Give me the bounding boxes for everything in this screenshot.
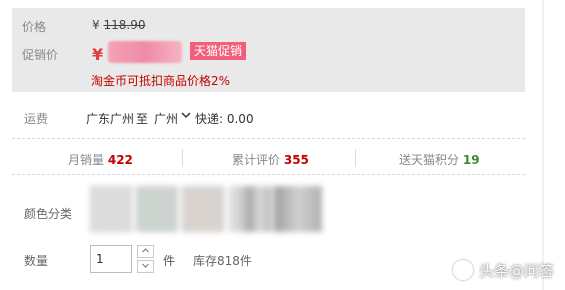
price-label: 价格 (22, 20, 47, 34)
watermark: 头条@问答 (453, 258, 565, 284)
promo-price-redacted (108, 41, 182, 63)
watermark-text: 头条@问答 (479, 262, 555, 280)
logo-icon (453, 260, 473, 280)
promo-tag: 天猫促销 (190, 42, 247, 60)
quantity-input[interactable] (90, 245, 132, 273)
monthly-sales-label: 月销量 (68, 153, 105, 167)
quantity-unit: 件 (163, 254, 176, 268)
shipping-destination[interactable]: 广州 (154, 110, 178, 127)
original-price-yen: ¥ (92, 18, 100, 32)
promo-price-label: 促销价 (22, 48, 59, 62)
quantity-increase-button[interactable] (137, 245, 154, 258)
monthly-sales: 月销量 422 (68, 151, 133, 168)
shipping-origin: 广东广州 (86, 112, 135, 126)
promo-price-yen: ¥ (92, 45, 104, 64)
right-rail (542, 0, 544, 290)
color-swatch[interactable] (228, 186, 272, 232)
original-price-value: 118.90 (103, 18, 146, 32)
stat-separator (182, 149, 183, 167)
chevron-up-icon (142, 248, 149, 253)
divider (12, 174, 525, 175)
shipping-fee: 快递: 0.00 (195, 112, 254, 126)
original-price: ¥ 118.90 (92, 18, 145, 32)
quantity-decrease-button[interactable] (137, 260, 154, 273)
stock-count: 库存818件 (193, 254, 252, 268)
total-reviews-label: 累计评价 (232, 153, 281, 167)
shipping-label: 运费 (24, 112, 49, 126)
total-reviews[interactable]: 累计评价 355 (232, 151, 309, 168)
divider (12, 138, 525, 139)
shipping-to: 至 (136, 112, 149, 126)
monthly-sales-value: 422 (107, 153, 133, 167)
color-swatch[interactable] (182, 186, 224, 232)
price-panel: 价格 ¥ 118.90 促销价 ¥ 天猫促销 淘金币可抵扣商品价格2% (12, 8, 525, 92)
chevron-down-icon (142, 263, 149, 268)
quantity-label: 数量 (24, 254, 49, 268)
tmall-points: 送天猫积分 19 (399, 151, 480, 168)
tmall-points-value: 19 (462, 153, 480, 167)
color-label: 颜色分类 (24, 207, 73, 221)
total-reviews-value: 355 (283, 153, 309, 167)
stats-bar: 月销量 422 累计评价 355 送天猫积分 19 (12, 140, 525, 174)
chevron-down-icon[interactable] (180, 108, 192, 125)
color-swatch[interactable] (274, 186, 322, 232)
color-swatches-redacted (86, 186, 326, 240)
color-swatch[interactable] (136, 186, 178, 232)
tmall-points-label: 送天猫积分 (399, 153, 460, 167)
shipping-row: 运费 广东广州 至 广州 快递: 0.00 (12, 100, 525, 138)
taobao-coin-note: 淘金币可抵扣商品价格2% (91, 74, 231, 88)
stat-separator (355, 149, 356, 167)
color-swatch[interactable] (90, 186, 132, 232)
